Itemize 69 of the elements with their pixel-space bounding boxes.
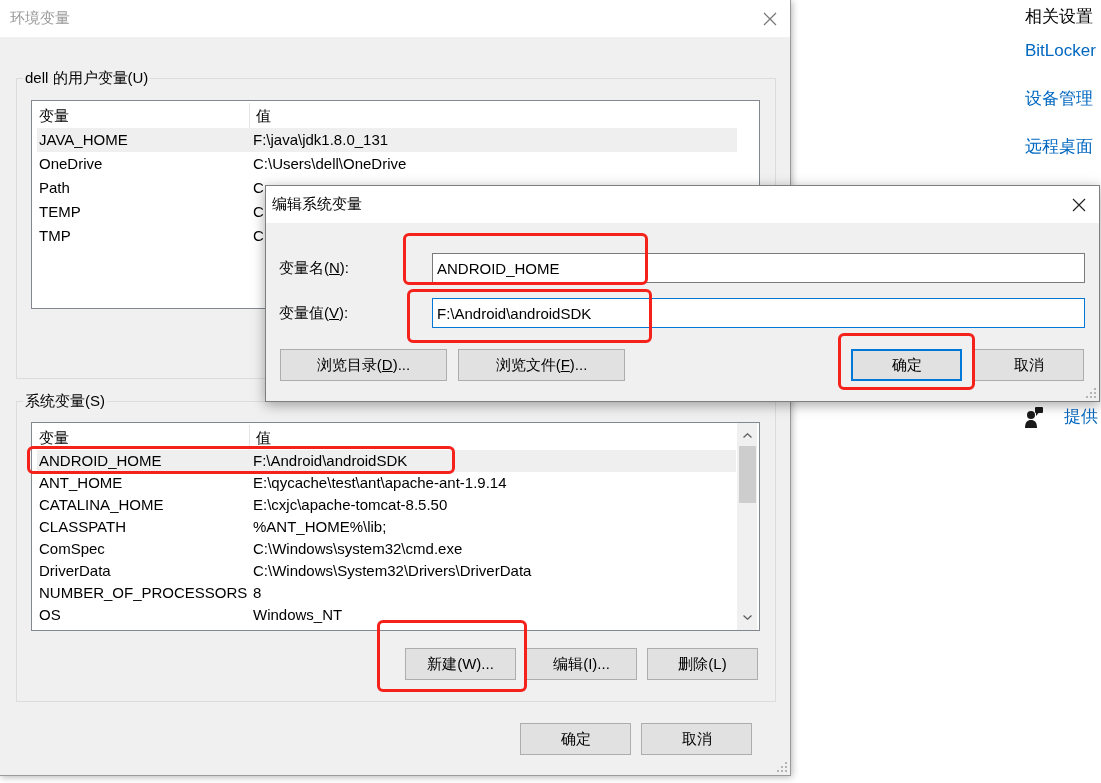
variable-value: C:\Users\dell\OneDrive [253,154,407,174]
variable-name: DriverData [39,561,111,581]
variable-value: E:\cxjc\apache-tomcat-8.5.50 [253,495,448,515]
variable-value: F:\java\jdk1.8.0_131 [253,130,389,150]
settings-link[interactable]: 设备管理 [1025,87,1093,111]
window-title: 环境变量 [10,9,70,26]
variable-value: F:\Android\androidSDK [253,451,408,471]
variable-value: Windows_NT [253,605,343,625]
list-row[interactable]: OS Windows_NT [37,604,736,626]
settings-link[interactable]: BitLocker [1025,39,1096,63]
list-row[interactable]: DriverData C:\Windows\System32\Drivers\DriverData [37,560,736,582]
settings-link[interactable]: 远程桌面 [1025,135,1093,159]
column-header[interactable]: 值 [256,425,271,450]
column-header[interactable]: 值 [256,103,271,128]
resize-grip-icon[interactable] [777,762,787,772]
variable-value: 8 [253,583,262,603]
variable-value: C:\Windows\System32\Drivers\DriverData [253,561,532,581]
list-row[interactable]: CATALINA_HOME E:\cxjc\apache-tomcat-8.5.50 [37,494,736,516]
dialog-button[interactable]: 确定 [851,349,962,381]
action-button[interactable]: 新建(W)... [405,648,516,680]
variable-value: C [253,178,264,198]
list-row[interactable]: NUMBER_OF_PROCESSORS 8 [37,582,736,604]
variable-name: Path [39,178,70,198]
scrollbar[interactable] [737,423,757,630]
person-speech-icon [1025,406,1043,428]
scrollbar-thumb[interactable] [738,446,756,503]
variable-name: OneDrive [39,154,103,174]
text-field[interactable]: ANDROID_HOME [432,253,1085,283]
browse-button[interactable]: 浏览文件(F)... [458,349,625,381]
variable-name: ANDROID_HOME [39,451,162,471]
list-row[interactable]: ANT_HOME E:\qycache\test\ant\apache-ant-1.9.14 [37,472,736,494]
chevron-down-icon[interactable] [742,615,752,620]
variable-value: E:\qycache\test\ant\apache-ant-1.9.14 [253,473,507,493]
column-header[interactable]: 变量 [39,103,69,128]
action-button[interactable]: 编辑(I)... [526,648,637,680]
variable-name: ANT_HOME [39,473,123,493]
group-title: dell 的用户变量(U) [24,68,150,88]
close-icon[interactable] [1072,197,1086,212]
dialog-button[interactable]: 取消 [641,723,752,755]
field-label: 变量名(N): [279,258,349,276]
variable-name: ComSpec [39,539,105,559]
variable-name: TMP [39,226,71,246]
chevron-up-icon[interactable] [742,433,752,438]
dialog-button[interactable]: 确定 [520,723,631,755]
section-title: 相关设置 [1025,6,1093,28]
dialog-button[interactable]: 取消 [973,349,1084,381]
list-row[interactable]: OneDrive C:\Users\dell\OneDrive [37,152,737,176]
feedback-link[interactable]: 提供 [1064,405,1098,429]
variable-name: CLASSPATH [39,517,126,537]
column-header[interactable]: 变量 [39,425,69,450]
variable-name: NUMBER_OF_PROCESSORS [39,583,248,603]
variable-name: JAVA_HOME [39,130,128,150]
variable-value: %ANT_HOME%\lib; [253,517,387,537]
field-label: 变量值(V): [279,303,349,321]
variable-value: C [253,202,264,222]
variable-name: OS [39,605,61,625]
action-button[interactable]: 删除(L) [647,648,758,680]
list-row[interactable]: CLASSPATH %ANT_HOME%\lib; [37,516,736,538]
browse-button[interactable]: 浏览目录(D)... [280,349,447,381]
variable-name: TEMP [39,202,81,222]
variable-value: C:\Windows\system32\cmd.exe [253,539,463,559]
variable-name: CATALINA_HOME [39,495,164,515]
group-title: 系统变量(S) [24,391,106,411]
variable-value: C [253,226,264,246]
list-row[interactable]: ComSpec C:\Windows\system32\cmd.exe [37,538,736,560]
dialog-title: 编辑系统变量 [272,195,362,212]
text-field[interactable]: F:\Android\androidSDK [432,298,1085,328]
resize-grip-icon[interactable] [1086,388,1096,398]
list-row[interactable]: JAVA_HOME F:\java\jdk1.8.0_131 [37,128,737,152]
